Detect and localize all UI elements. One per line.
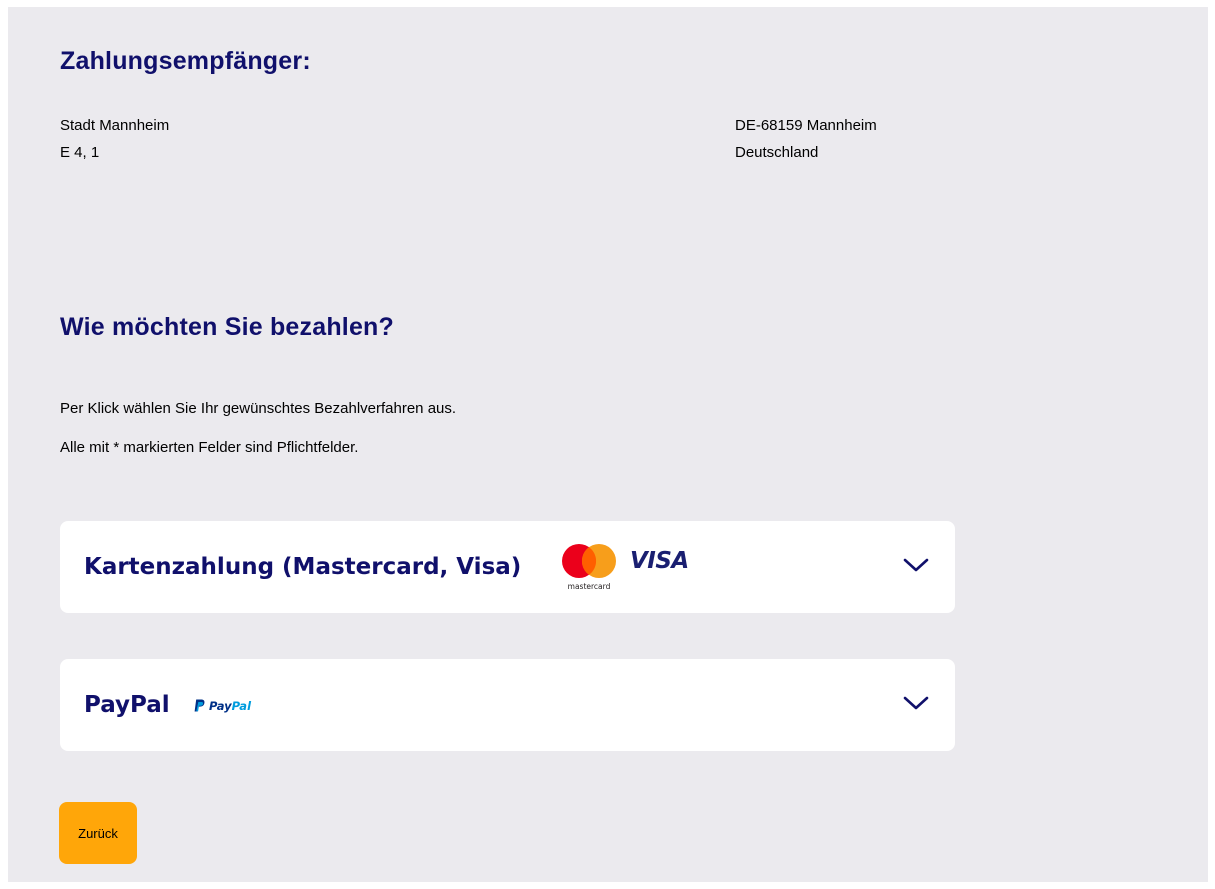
- recipient-name: Stadt Mannheim: [60, 117, 170, 134]
- payment-heading: Wie möchten Sie bezahlen?: [60, 313, 395, 341]
- recipient-country: Deutschland: [735, 144, 819, 161]
- recipient-heading: Zahlungsempfänger:: [60, 47, 311, 75]
- chevron-down-icon[interactable]: [901, 691, 931, 715]
- visa-logo: VISA: [630, 548, 689, 574]
- paypal-wordmark-pay: Pay: [209, 699, 232, 713]
- paypal-wordmark-pal: Pal: [231, 699, 252, 713]
- mastercard-logo: mastercard: [562, 544, 616, 591]
- payment-instruction: Per Klick wählen Sie Ihr gewünschtes Bez…: [60, 400, 457, 417]
- chevron-down-icon[interactable]: [901, 553, 931, 577]
- paypal-wordmark: PayPal: [209, 699, 251, 713]
- paypal-logo: PayPal: [194, 699, 251, 713]
- recipient-street: E 4, 1: [60, 144, 100, 161]
- payment-page: Zahlungsempfänger: Stadt Mannheim E 4, 1…: [8, 7, 1208, 882]
- mastercard-wordmark: mastercard: [568, 582, 611, 591]
- paypal-p-icon: [194, 699, 205, 712]
- payment-option-card-label: Kartenzahlung (Mastercard, Visa): [84, 554, 522, 580]
- payment-option-paypal-label: PayPal: [84, 692, 170, 718]
- payment-option-card[interactable]: Kartenzahlung (Mastercard, Visa) masterc…: [60, 521, 955, 613]
- back-button[interactable]: Zurück: [59, 802, 137, 864]
- recipient-city: DE-68159 Mannheim: [735, 117, 877, 134]
- required-fields-note: Alle mit * markierten Felder sind Pflich…: [60, 439, 359, 456]
- payment-option-paypal[interactable]: PayPal PayPal: [60, 659, 955, 751]
